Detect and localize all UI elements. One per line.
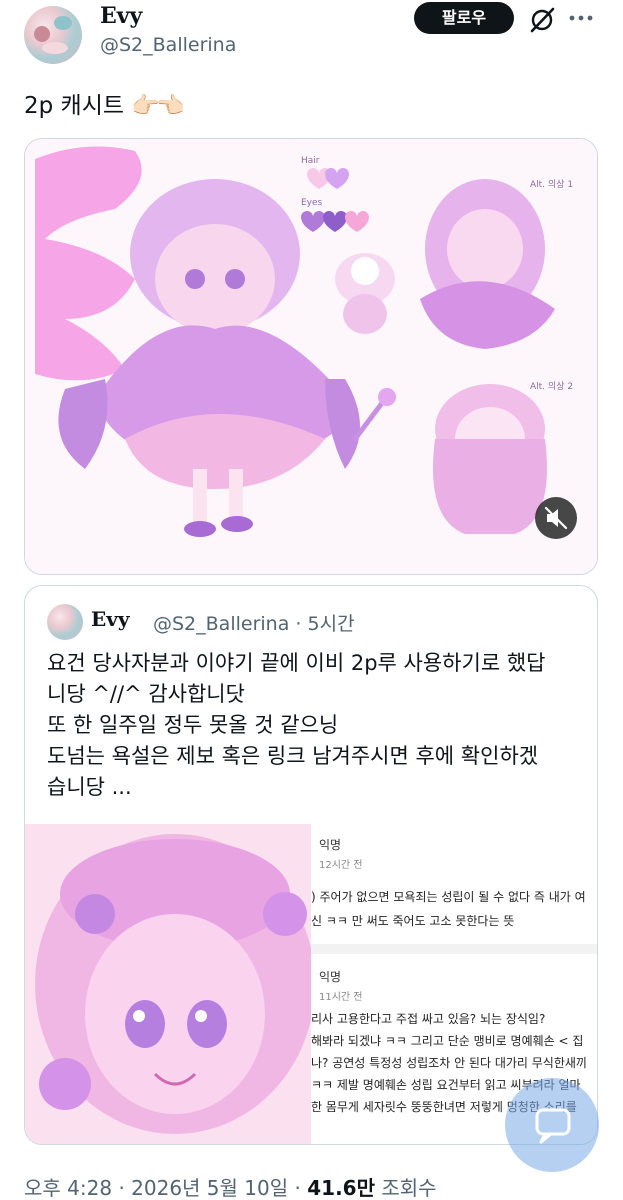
views-count: 41.6만: [307, 1176, 375, 1200]
tweet-time[interactable]: 오후 4:28: [24, 1176, 112, 1200]
mute-button[interactable]: [535, 497, 577, 539]
quoted-tweet-text: 요건 당사자분과 이야기 끝에 이비 2p루 사용하기로 했답 니당 ^//^ …: [47, 648, 587, 803]
quoted-text-line: 도넘는 욕설은 제보 혹은 링크 남겨주시면 후에 확인하겠: [47, 744, 539, 768]
views-label: 조회수: [381, 1176, 437, 1200]
comment-line: ) 주어가 없으면 모욕죄는 성립이 될 수 없다 즉 내가 여: [311, 890, 586, 904]
tweet-header: Evy @S2_Ballerina 팔로우: [0, 0, 623, 80]
quoted-text-line: 니당 ^//^ 감사합니닷: [47, 682, 245, 706]
muted-speaker-icon: [544, 506, 568, 530]
sheet-alt2-label: Alt. 의상 2: [530, 381, 573, 392]
meta-dot: ·: [295, 613, 308, 635]
more-options-icon[interactable]: [568, 12, 594, 24]
follow-button[interactable]: 팔로우: [414, 2, 514, 34]
comment-user: 익명: [319, 970, 342, 984]
sheet-eyes-label: Eyes: [301, 198, 323, 208]
tweet-date[interactable]: 2026년 5월 10일: [131, 1176, 288, 1200]
character-sheet-illustration: Hair Eyes Alt. 의상 1 Alt. 의상 2: [25, 139, 597, 574]
tweet-text-body: 2p 캐시트: [24, 93, 125, 119]
comment-line: 해봐라 되겠냐 ㅋㅋ 그리고 단순 맹비로 명예훼손 < 집: [311, 1034, 584, 1048]
quoted-text-line: 또 한 일주일 정두 못올 것 같으닝: [47, 713, 339, 737]
quoted-tweet[interactable]: Evy @S2_Ballerina · 5시간 요건 당사자분과 이야기 끝에 …: [24, 585, 598, 1145]
quoted-text-line: 요건 당사자분과 이야기 끝에 이비 2p루 사용하기로 했답: [47, 651, 546, 675]
quoted-author-avatar[interactable]: [47, 604, 83, 640]
comment-line: 리사 고용한다고 주접 싸고 있음? 뇌는 장식임?: [311, 1012, 546, 1026]
tweet-media-image[interactable]: Hair Eyes Alt. 의상 1 Alt. 의상 2: [24, 138, 598, 575]
quoted-author-meta: @S2_Ballerina · 5시간: [153, 609, 355, 636]
comment-time: 11시간 전: [319, 992, 363, 1003]
meta-dot: ·: [294, 1176, 308, 1200]
quoted-tweet-time: 5시간: [307, 613, 355, 635]
comment-line: 신 ㅋㅋ 만 써도 죽어도 고소 못한다는 뜻: [311, 914, 515, 928]
tweet-emoji: 👉🏻👈🏻: [131, 93, 184, 119]
comment-card: 익명 12시간 전 ) 주어가 없으면 모욕죄는 성립이 될 수 없다 즉 내가…: [311, 824, 597, 944]
quoted-text-line: 습니당 ...: [47, 775, 132, 799]
quoted-author-handle: @S2_Ballerina: [153, 613, 290, 635]
quoted-author-display-name: Evy: [91, 607, 130, 631]
character-closeup-illustration: [25, 824, 311, 1144]
sheet-alt1-label: Alt. 의상 1: [530, 179, 573, 190]
author-avatar[interactable]: [24, 6, 82, 64]
message-icon: [535, 1108, 571, 1144]
author-handle[interactable]: @S2_Ballerina: [100, 34, 236, 56]
quoted-media-illustration[interactable]: [25, 824, 311, 1144]
sheet-hair-label: Hair: [301, 156, 320, 166]
grok-icon[interactable]: [526, 4, 558, 36]
tweet-metadata: 오후 4:28 · 2026년 5월 10일 · 41.6만 조회수: [24, 1172, 437, 1200]
comment-user: 익명: [319, 838, 342, 852]
tweet-text: 2p 캐시트 👉🏻👈🏻: [24, 86, 185, 120]
reply-fab-button[interactable]: [505, 1078, 599, 1172]
meta-dot: ·: [118, 1176, 132, 1200]
comment-time: 12시간 전: [319, 860, 363, 871]
comment-line: 나? 공연성 특정성 성립조차 안 된다 대가리 무식한새끼: [311, 1056, 587, 1070]
author-display-name[interactable]: Evy: [100, 3, 142, 29]
